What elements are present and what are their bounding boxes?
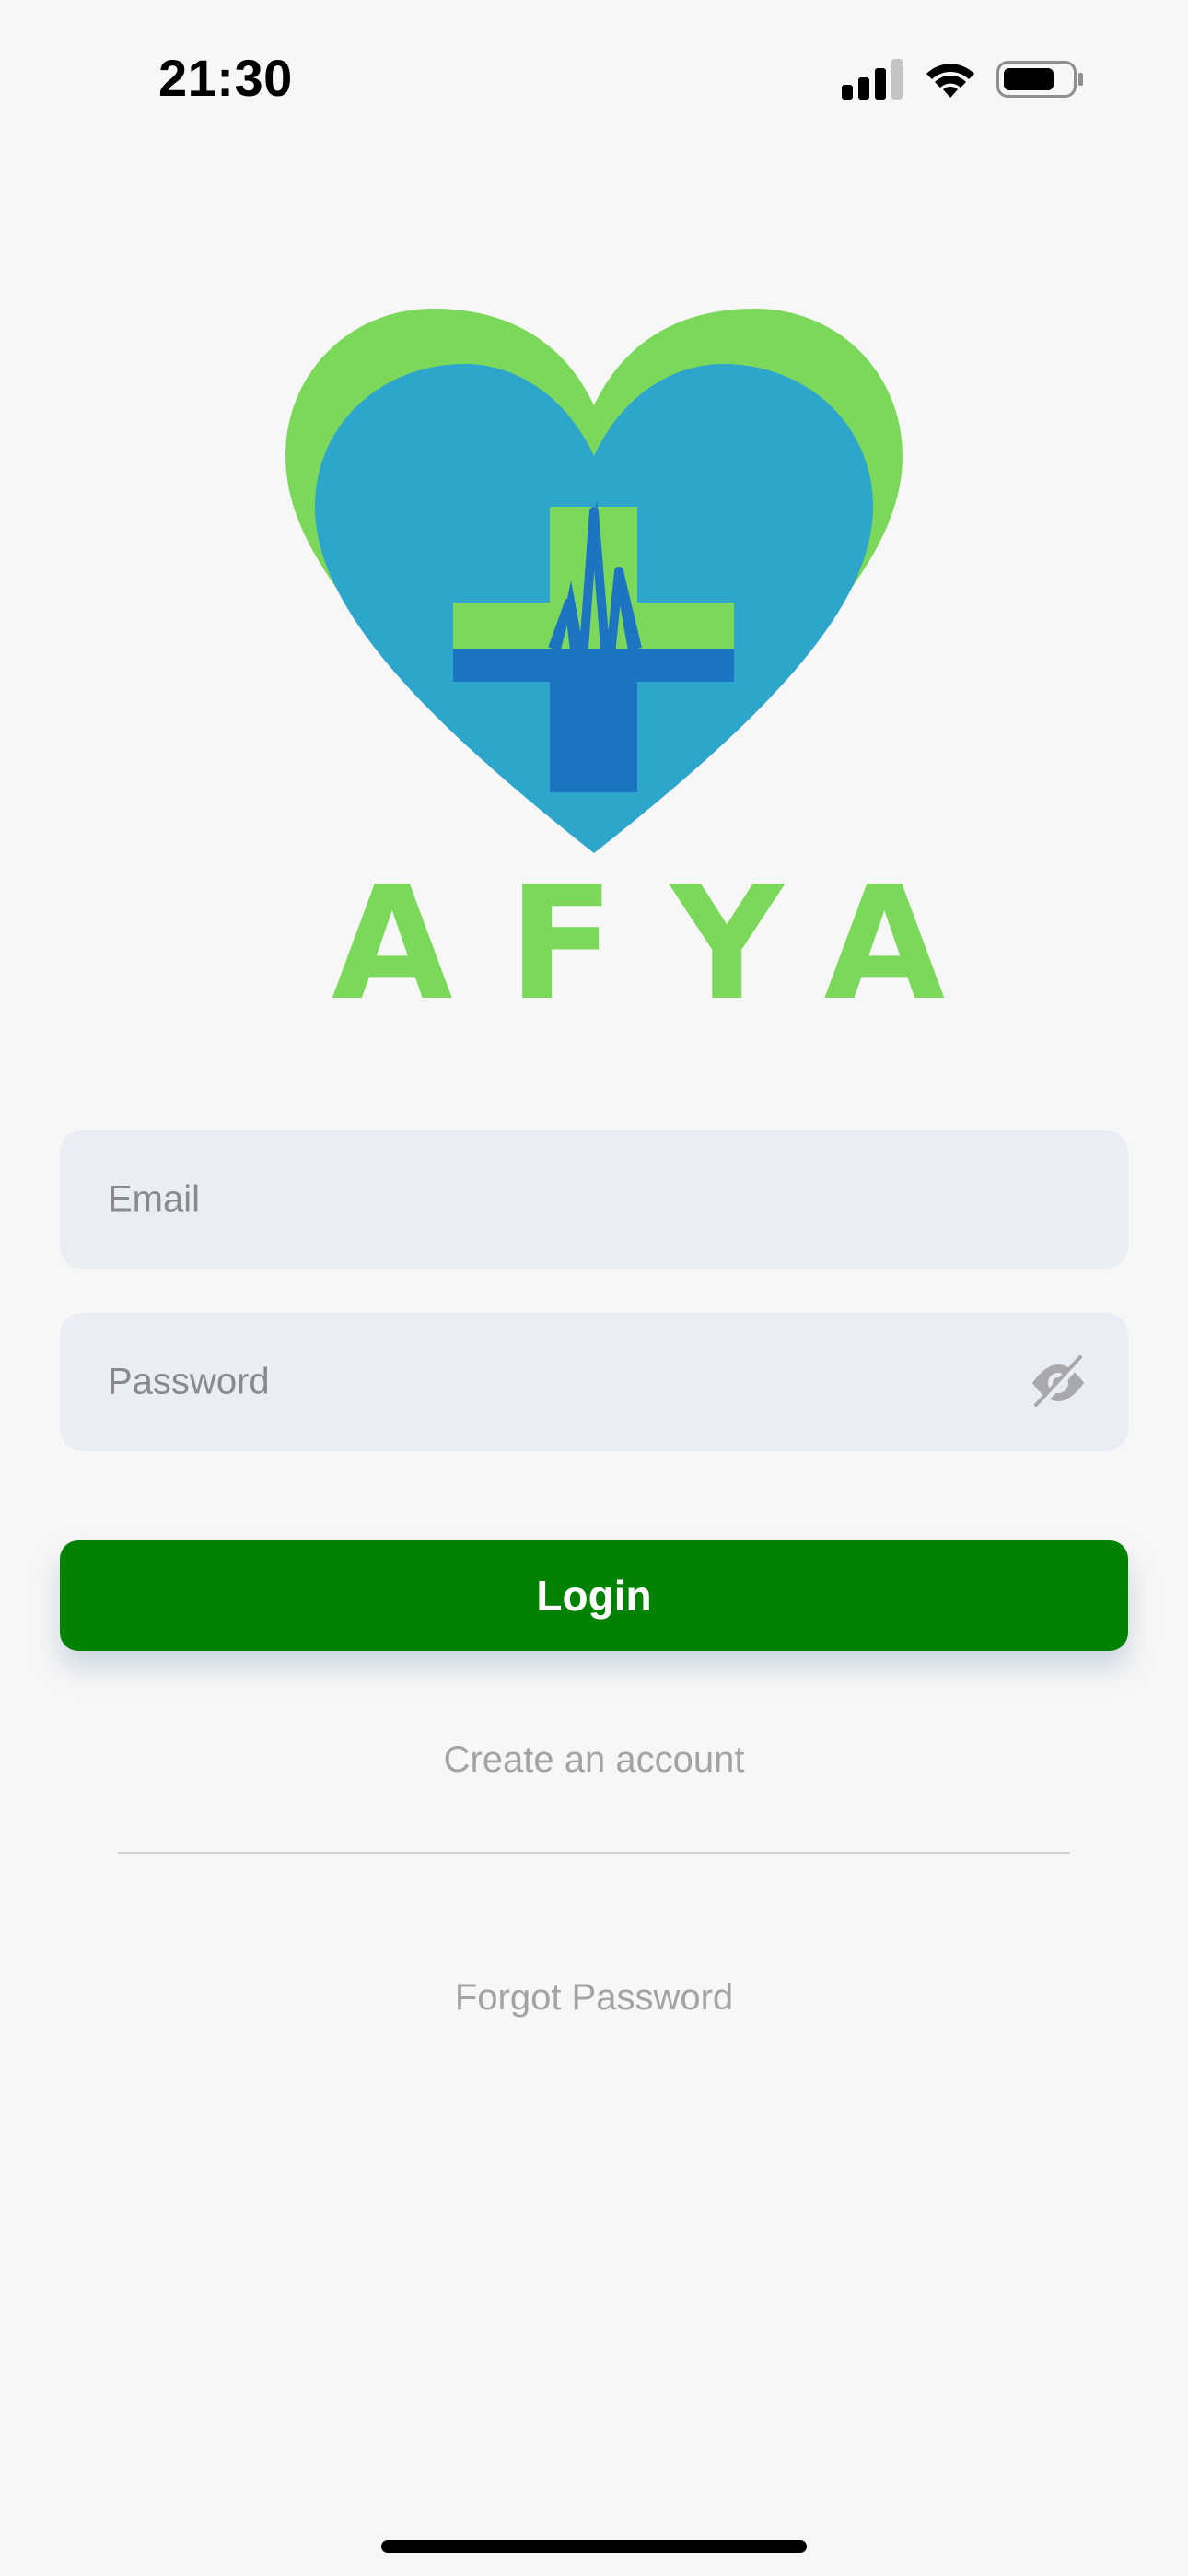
status-time: 21:30: [158, 49, 293, 107]
logo-wordmark: AFYA: [332, 853, 1001, 1036]
status-bar: 21:30: [0, 0, 1188, 157]
status-icons: [842, 59, 1083, 100]
email-placeholder: Email: [108, 1178, 201, 1220]
eye-slash-icon[interactable]: [1029, 1353, 1088, 1412]
password-field[interactable]: Password: [60, 1313, 1128, 1451]
divider: [118, 1852, 1070, 1854]
cellular-signal-icon: [842, 59, 903, 100]
password-placeholder: Password: [108, 1361, 270, 1402]
battery-icon: [996, 61, 1083, 98]
forgot-password-link[interactable]: Forgot Password: [0, 1977, 1188, 2019]
email-field[interactable]: Email: [60, 1130, 1128, 1269]
app-logo: AFYA: [276, 295, 945, 1023]
login-button[interactable]: Login: [60, 1540, 1128, 1651]
login-button-label: Login: [536, 1572, 652, 1620]
heart-medical-cross-logo: [285, 309, 903, 853]
home-indicator: [381, 2540, 807, 2553]
create-account-link[interactable]: Create an account: [0, 1739, 1188, 1781]
wifi-icon: [926, 64, 974, 98]
